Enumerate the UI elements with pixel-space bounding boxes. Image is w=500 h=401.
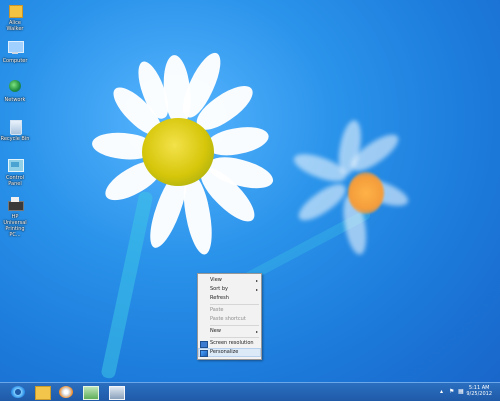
menu-item-screen-resolution[interactable]: Screen resolution (198, 339, 261, 348)
desktop-icon-label: HP Universal Printing PC... (3, 214, 27, 238)
desktop-icon-user-folder[interactable]: Alice Walker (0, 2, 30, 32)
folder-icon (7, 2, 23, 18)
desktop-icon-label: Recycle Bin (0, 136, 30, 142)
app-icon (83, 386, 99, 400)
network-icon (7, 79, 23, 95)
menu-item-sort-by[interactable]: Sort by ▸ (198, 285, 261, 294)
menu-item-label: Paste (210, 307, 224, 313)
clock-date: 9/25/2012 (466, 391, 492, 397)
menu-item-label: Refresh (210, 295, 229, 301)
media-player-icon (59, 386, 73, 398)
menu-item-new[interactable]: New ▸ (198, 327, 261, 336)
printer-icon (7, 196, 24, 212)
computer-icon (7, 40, 24, 56)
menu-item-personalize[interactable]: Personalize (198, 348, 261, 357)
menu-item-label: New (210, 328, 221, 334)
menu-separator (210, 304, 259, 305)
menu-item-refresh[interactable]: Refresh (198, 294, 261, 303)
flag-icon[interactable]: ⚑ (449, 388, 454, 395)
taskbar-media-player[interactable] (56, 384, 76, 400)
menu-separator (210, 337, 259, 338)
menu-item-paste: Paste (198, 306, 261, 315)
desktop-icon-network[interactable]: Network (0, 79, 30, 103)
network-tray-icon[interactable]: ▦ (458, 388, 464, 395)
desktop-icon-hp-printing[interactable]: HP Universal Printing PC... (0, 196, 30, 238)
daisy-center (142, 118, 214, 186)
menu-item-label: Sort by (210, 286, 228, 292)
control-panel-icon (7, 157, 24, 173)
taskbar-file-explorer[interactable] (32, 384, 52, 400)
menu-item-paste-shortcut: Paste shortcut (198, 315, 261, 324)
taskbar-remote-desktop[interactable] (106, 384, 126, 400)
menu-item-label: View (210, 277, 222, 283)
taskbar: ▴ ⚑ ▦ 5:11 AM 9/25/2012 (0, 382, 500, 401)
submenu-arrow-icon: ▸ (255, 287, 258, 292)
small-daisy-center (348, 172, 384, 214)
desktop-context-menu: View ▸ Sort by ▸ Refresh Paste Paste sho… (197, 273, 262, 360)
desktop-icon-label: Network (4, 97, 26, 103)
submenu-arrow-icon: ▸ (255, 329, 258, 334)
personalize-icon (200, 350, 208, 357)
internet-explorer-icon (11, 386, 25, 398)
taskbar-app[interactable] (80, 384, 100, 400)
recycle-bin-icon (7, 118, 23, 135)
desktop-icon-recycle-bin[interactable]: Recycle Bin (0, 118, 30, 142)
menu-item-label: Screen resolution (210, 340, 254, 346)
desktop-icon-label: Control Panel (5, 175, 25, 187)
menu-item-label: Paste shortcut (210, 316, 246, 322)
desktop-icon-label: Computer (2, 58, 28, 64)
desktop-icon-computer[interactable]: Computer (0, 40, 30, 64)
file-explorer-icon (35, 386, 51, 400)
system-clock[interactable]: 5:11 AM 9/25/2012 (466, 385, 492, 397)
taskbar-internet-explorer[interactable] (8, 384, 28, 400)
show-hidden-icons-icon[interactable]: ▴ (440, 388, 443, 395)
display-icon (200, 341, 208, 348)
menu-item-label: Personalize (210, 349, 239, 355)
desktop-icon-control-panel[interactable]: Control Panel (0, 157, 30, 187)
desktop[interactable]: Alice Walker Computer Network Recycle Bi… (0, 0, 500, 382)
desktop-icon-label: Alice Walker (6, 20, 24, 32)
submenu-arrow-icon: ▸ (255, 278, 258, 283)
remote-desktop-icon (109, 386, 125, 400)
menu-item-view[interactable]: View ▸ (198, 276, 261, 285)
menu-separator (210, 325, 259, 326)
